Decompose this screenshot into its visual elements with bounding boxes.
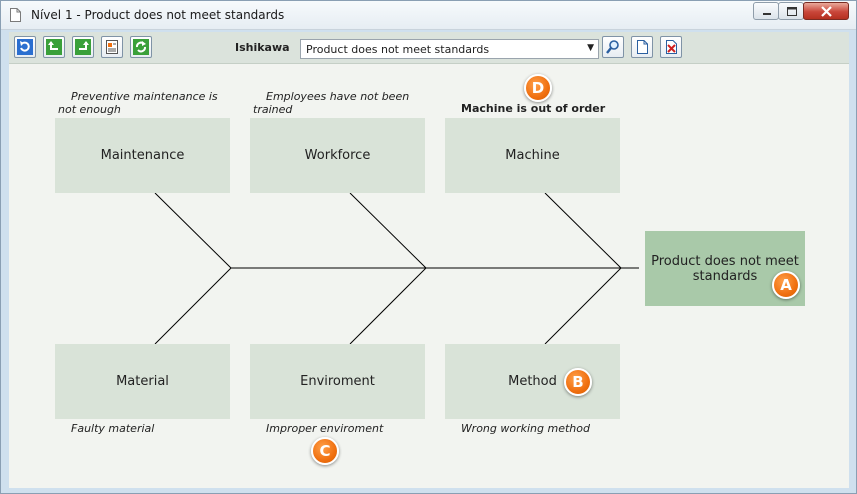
minimize-button[interactable] bbox=[753, 2, 779, 20]
undo-button[interactable] bbox=[43, 36, 65, 58]
method-note: Wrong working method bbox=[461, 422, 590, 435]
method-cause-box[interactable]: Method bbox=[445, 344, 620, 419]
badge-c: C bbox=[311, 437, 339, 465]
update-button[interactable] bbox=[130, 36, 152, 58]
machine-cause-box[interactable]: Machine bbox=[445, 118, 620, 193]
material-label: Material bbox=[116, 374, 169, 389]
workforce-cause-box[interactable]: Workforce bbox=[250, 118, 425, 193]
maintenance-label: Maintenance bbox=[100, 148, 185, 163]
title-bar[interactable]: Nível 1 - Product does not meet standard… bbox=[1, 1, 856, 30]
ishikawa-label: Ishikawa bbox=[235, 41, 290, 54]
properties-button[interactable] bbox=[101, 36, 123, 58]
redo-icon bbox=[75, 39, 91, 55]
enviroment-cause-box[interactable]: Enviroment bbox=[250, 344, 425, 419]
search-icon bbox=[606, 40, 619, 54]
ishikawa-select-value: Product does not meet standards bbox=[306, 43, 490, 56]
badge-d: D bbox=[524, 74, 552, 102]
undo-icon bbox=[46, 39, 62, 55]
window-title: Nível 1 - Product does not meet standard… bbox=[31, 8, 285, 22]
badge-a: A bbox=[772, 271, 800, 299]
material-cause-box[interactable]: Material bbox=[55, 344, 230, 419]
new-document-icon bbox=[637, 40, 648, 54]
close-button[interactable] bbox=[803, 2, 849, 20]
badge-b: B bbox=[564, 368, 592, 396]
new-document-button[interactable] bbox=[631, 36, 653, 58]
toolbar: Ishikawa Product does not meet standards… bbox=[9, 32, 849, 64]
delete-document-icon bbox=[666, 40, 677, 54]
enviroment-note: Improper enviroment bbox=[266, 422, 384, 435]
method-label: Method bbox=[508, 374, 557, 389]
enviroment-label: Enviroment bbox=[300, 374, 375, 389]
document-icon bbox=[10, 8, 21, 22]
update-icon bbox=[133, 39, 149, 55]
machine-note: Machine is out of order bbox=[461, 102, 606, 115]
ishikawa-window: Nível 1 - Product does not meet standard… bbox=[0, 0, 857, 494]
machine-label: Machine bbox=[505, 148, 560, 163]
properties-icon bbox=[106, 40, 118, 54]
ishikawa-select[interactable]: Product does not meet standards ▼ bbox=[300, 39, 599, 59]
search-button[interactable] bbox=[602, 36, 624, 58]
workforce-note: Employees have not been trained bbox=[253, 90, 410, 116]
maximize-icon bbox=[787, 7, 797, 16]
refresh-button[interactable] bbox=[14, 36, 36, 58]
redo-button[interactable] bbox=[72, 36, 94, 58]
diagram-canvas: Preventive maintenance is not enough Emp… bbox=[9, 64, 849, 488]
material-note: Faulty material bbox=[71, 422, 155, 435]
delete-button[interactable] bbox=[660, 36, 682, 58]
refresh-icon bbox=[17, 39, 33, 55]
chevron-down-icon: ▼ bbox=[587, 43, 594, 53]
maintenance-note: Preventive maintenance is not enough bbox=[58, 90, 218, 116]
minimize-icon bbox=[763, 13, 771, 15]
maintenance-cause-box[interactable]: Maintenance bbox=[55, 118, 230, 193]
maximize-button[interactable] bbox=[778, 2, 804, 20]
close-icon bbox=[821, 6, 832, 17]
workforce-label: Workforce bbox=[304, 148, 371, 163]
